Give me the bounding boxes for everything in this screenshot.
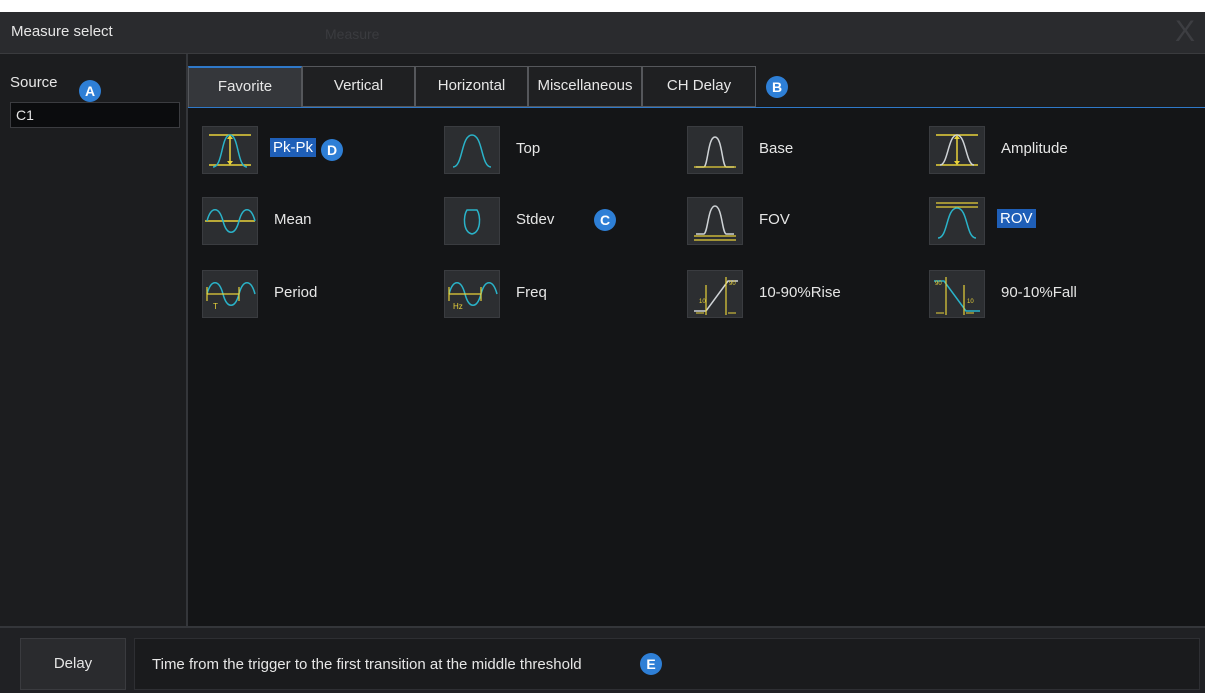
source-select[interactable]: C1 <box>10 102 180 128</box>
measure-item-amplitude[interactable]: Amplitude <box>929 126 1149 174</box>
measure-item-top[interactable]: Top <box>444 126 634 174</box>
svg-text:T: T <box>213 302 218 311</box>
callout-marker-d: D <box>321 139 343 161</box>
tab-horizontal[interactable]: Horizontal <box>415 66 528 107</box>
source-panel: Source A C1 <box>0 54 188 626</box>
measure-item-fov[interactable]: FOV <box>687 197 877 245</box>
description-box: Time from the trigger to the first trans… <box>134 638 1200 690</box>
delay-button[interactable]: Delay <box>20 638 126 690</box>
top-waveform-icon <box>444 126 500 174</box>
measure-item-fall[interactable]: 90 10 90-10%Fall <box>929 270 1129 318</box>
mean-waveform-icon <box>202 197 258 245</box>
measure-select-dialog: Measure select Measure X Source A C1 Fav… <box>0 12 1205 693</box>
measure-label: FOV <box>759 211 790 228</box>
freq-waveform-icon: Hz <box>444 270 500 318</box>
svg-text:90: 90 <box>729 281 736 287</box>
measure-label: 10-90%Rise <box>759 284 841 301</box>
measure-label: Stdev <box>516 211 555 228</box>
measure-label: Top <box>516 140 541 157</box>
measure-item-mean[interactable]: Mean <box>202 197 392 245</box>
base-waveform-icon <box>687 126 743 174</box>
measure-label: Amplitude <box>1001 140 1068 157</box>
period-waveform-icon: T <box>202 270 258 318</box>
measurement-description: Time from the trigger to the first trans… <box>152 656 582 673</box>
callout-marker-e: E <box>640 653 662 675</box>
close-icon[interactable]: X <box>1171 16 1199 48</box>
tab-favorite[interactable]: Favorite <box>188 66 302 108</box>
callout-marker-b: B <box>766 76 788 98</box>
fov-waveform-icon <box>687 197 743 245</box>
svg-text:90: 90 <box>935 281 942 287</box>
tab-vertical[interactable]: Vertical <box>302 66 415 107</box>
stdev-waveform-icon <box>444 197 500 245</box>
top-margin <box>0 0 1205 12</box>
rov-waveform-icon <box>929 197 985 245</box>
measurement-grid: Pk-Pk D Top Base Amplitude Mean Stdev C … <box>188 108 1205 626</box>
measure-tabs: Favorite Vertical Horizontal Miscellaneo… <box>188 66 1205 108</box>
measure-label: Base <box>759 140 794 157</box>
pk-pk-waveform-icon <box>202 126 258 174</box>
rise-time-icon: 10 90 <box>687 270 743 318</box>
measure-label: Freq <box>516 284 547 301</box>
source-value: C1 <box>16 107 34 123</box>
svg-text:Hz: Hz <box>453 302 463 311</box>
source-label: Source <box>10 74 58 91</box>
dialog-title: Measure select <box>11 23 113 40</box>
amplitude-waveform-icon <box>929 126 985 174</box>
title-bar: Measure select Measure X <box>0 12 1205 54</box>
bottom-bar: Delay Time from the trigger to the first… <box>0 626 1205 693</box>
measure-item-base[interactable]: Base <box>687 126 877 174</box>
callout-marker-a: A <box>79 80 101 102</box>
svg-text:10: 10 <box>699 299 706 305</box>
measure-label: 90-10%Fall <box>1001 284 1077 301</box>
fall-time-icon: 90 10 <box>929 270 985 318</box>
background-title: Measure <box>325 26 380 42</box>
measure-label: Period <box>274 284 318 301</box>
tab-ch-delay[interactable]: CH Delay <box>642 66 756 107</box>
measure-item-rov[interactable]: ROV <box>929 197 1119 245</box>
measure-item-pk-pk[interactable]: Pk-Pk D <box>202 126 392 174</box>
measure-label: ROV <box>997 209 1036 228</box>
measure-label: Pk-Pk <box>270 138 317 157</box>
tab-miscellaneous[interactable]: Miscellaneous <box>528 66 642 107</box>
measure-item-stdev[interactable]: Stdev C <box>444 197 634 245</box>
svg-text:10: 10 <box>967 299 974 305</box>
callout-marker-c: C <box>594 209 616 231</box>
measure-item-rise[interactable]: 10 90 10-90%Rise <box>687 270 887 318</box>
measure-label: Mean <box>274 211 312 228</box>
measure-item-freq[interactable]: Hz Freq <box>444 270 634 318</box>
measure-item-period[interactable]: T Period <box>202 270 392 318</box>
